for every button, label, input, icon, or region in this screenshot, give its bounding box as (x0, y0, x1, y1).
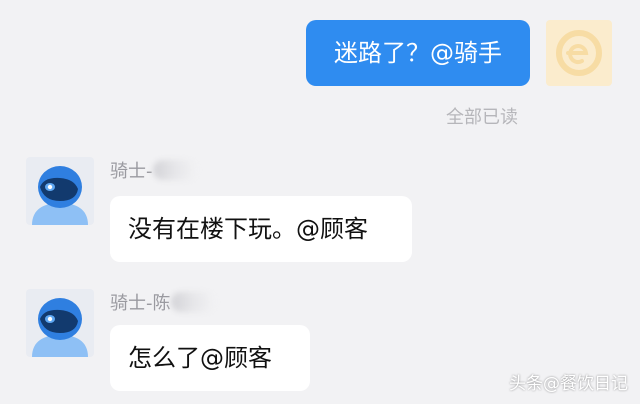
read-status: 全部已读 (446, 107, 518, 128)
outgoing-message-bubble[interactable]: 迷路了？@骑手 (306, 20, 530, 86)
blurred-name (170, 292, 215, 312)
blurred-name (152, 160, 197, 180)
sender-name: 骑士-陈 (110, 289, 215, 315)
incoming-message-bubble[interactable]: 怎么了@顾客 (110, 325, 310, 391)
rider-avatar[interactable] (26, 157, 94, 225)
watermark: 头条@餐饮日记 (509, 374, 628, 394)
chat-window: 迷路了？@骑手 全部已读 骑士- 没有在楼下玩。@顾客 骑士-陈 怎么了@顾客 … (0, 0, 640, 404)
incoming-message-bubble[interactable]: 没有在楼下玩。@顾客 (110, 196, 412, 262)
rider-helmet-icon (32, 298, 88, 357)
rider-helmet-icon (32, 166, 88, 225)
rider-avatar[interactable] (26, 289, 94, 357)
shop-logo-icon[interactable] (546, 20, 612, 86)
sender-name: 骑士- (110, 157, 197, 183)
